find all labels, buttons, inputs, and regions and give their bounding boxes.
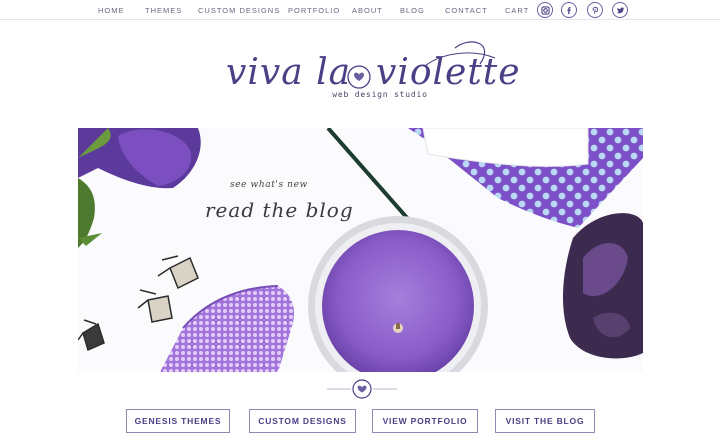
twitter-icon[interactable] [612,2,628,18]
nav-contact[interactable]: CONTACT [445,6,505,15]
hero-banner[interactable]: see what's new read the blog [78,128,643,372]
nav-portfolio[interactable]: PORTFOLIO [288,6,352,15]
instagram-icon[interactable] [537,2,553,18]
pinterest-icon[interactable] [587,2,603,18]
nav-about[interactable]: ABOUT [352,6,400,15]
nav-custom-designs[interactable]: CUSTOM DESIGNS [198,6,288,15]
top-navigation: HOME THEMES CUSTOM DESIGNS PORTFOLIO ABO… [0,0,720,20]
hero-kicker: see what's new [230,180,308,190]
nav-themes[interactable]: THEMES [145,6,198,15]
nav-links: HOME THEMES CUSTOM DESIGNS PORTFOLIO ABO… [98,0,535,20]
view-portfolio-button[interactable]: VIEW PORTFOLIO [372,409,478,433]
section-divider [327,379,397,399]
genesis-themes-button[interactable]: GENESIS THEMES [126,409,230,433]
logo-tagline: web design studio [332,90,428,99]
logo-text-left: viva la [226,52,351,93]
custom-designs-button[interactable]: CUSTOM DESIGNS [249,409,356,433]
hero-photo [78,128,643,372]
logo-text-right: violette [376,52,521,93]
nav-home[interactable]: HOME [98,6,145,15]
nav-cart[interactable]: CART [505,6,535,15]
facebook-icon[interactable] [561,2,577,18]
hero-title[interactable]: read the blog [205,198,354,222]
visit-the-blog-button[interactable]: VISIT THE BLOG [495,409,595,433]
nav-blog[interactable]: BLOG [400,6,445,15]
